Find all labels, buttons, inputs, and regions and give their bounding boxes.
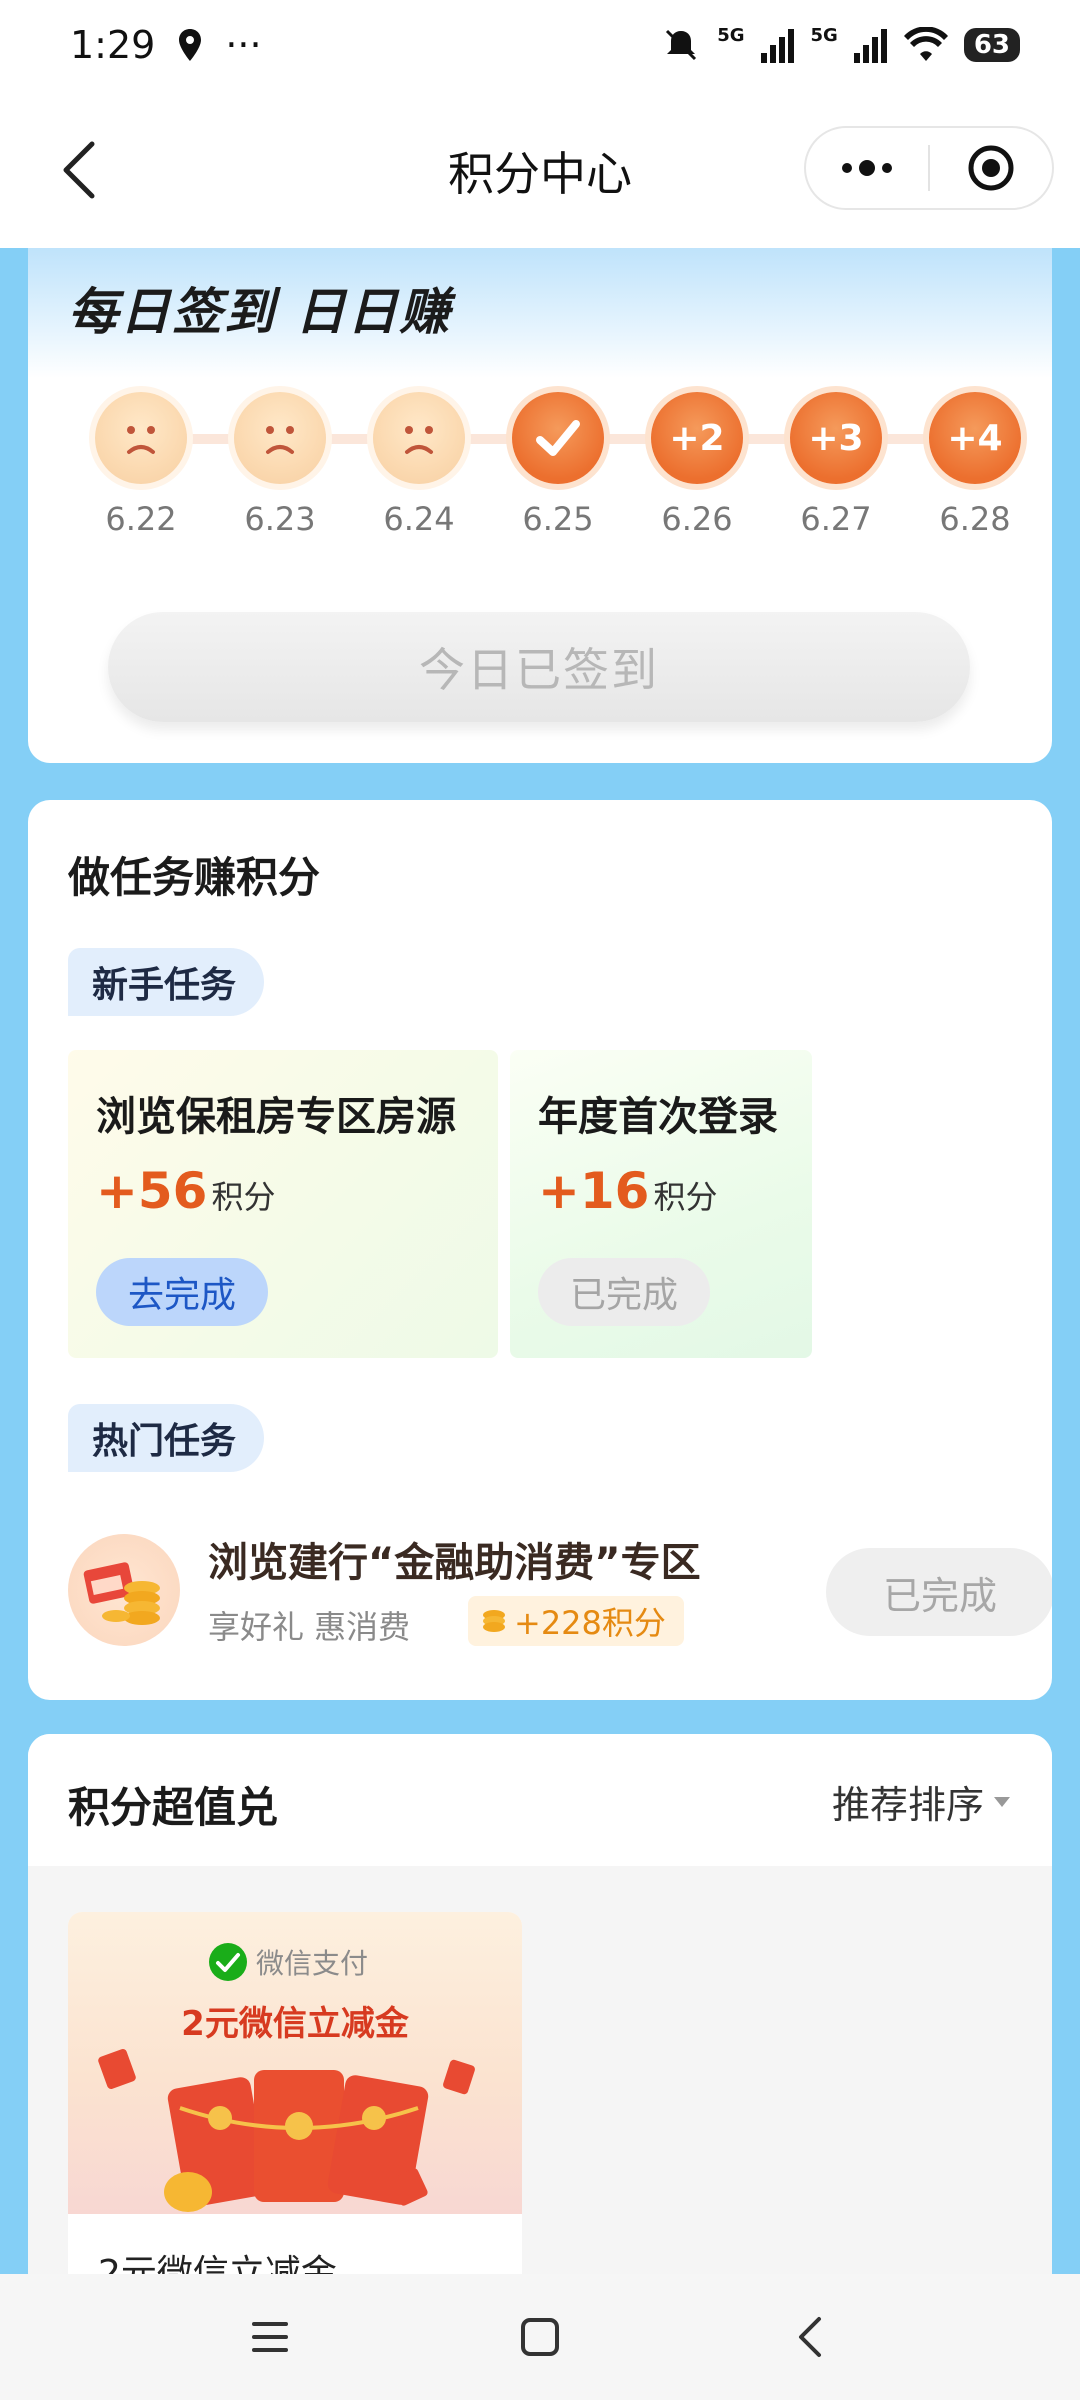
- signal-icon: [760, 29, 794, 63]
- signin-card: 每日签到 日日赚 6.22 6.23 6.24 6.25 +2 6.26 +3 …: [28, 248, 1052, 763]
- more-button[interactable]: [806, 128, 928, 208]
- signin-bonus-badge: +2: [651, 392, 743, 484]
- hot-task-title: 浏览建行“金融助消费”专区: [208, 1540, 701, 1586]
- system-nav-bar: [0, 2274, 1080, 2400]
- signed-today-button[interactable]: 今日已签到: [108, 612, 970, 722]
- task-points: +16 积分: [538, 1162, 718, 1220]
- task-card: 浏览保租房专区房源 +56 积分 去完成: [68, 1050, 498, 1358]
- signin-bonus-badge: +3: [790, 392, 882, 484]
- signin-day: 6.22: [91, 392, 191, 538]
- wifi-icon: [903, 27, 948, 61]
- signin-date: 6.27: [800, 500, 872, 538]
- status-time: 1:29: [70, 23, 156, 67]
- sort-label: 推荐排序: [831, 1783, 984, 1827]
- status-bar: 1:29 ··· 5G 5G 63: [0, 0, 1080, 90]
- tasks-card: 做任务赚积分 新手任务 浏览保租房专区房源 +56 积分 去完成 年度首次登录 …: [28, 800, 1052, 1700]
- signin-day: +3 6.27: [786, 392, 886, 538]
- go-complete-button[interactable]: 去完成: [96, 1258, 269, 1326]
- hot-task-points: +228积分: [514, 1604, 666, 1642]
- back-arrow-icon: [799, 2317, 821, 2357]
- sad-face-icon: [95, 392, 187, 484]
- hot-task-subtitle: 享好礼 惠消费: [208, 1608, 411, 1646]
- home-button[interactable]: [505, 2302, 575, 2372]
- task-points: +56 积分: [96, 1162, 276, 1220]
- status-more-dots: ···: [225, 23, 262, 67]
- hot-task-completed-button[interactable]: 已完成: [826, 1548, 1052, 1636]
- hot-task-points-badge: +228积分: [468, 1596, 684, 1646]
- signin-bonus-badge: +4: [929, 392, 1021, 484]
- battery-indicator: 63: [963, 28, 1020, 62]
- sort-dropdown[interactable]: 推荐排序: [832, 1774, 1012, 1829]
- menu-icon: [252, 2322, 288, 2352]
- signin-day: 6.25: [508, 392, 608, 538]
- hot-task-row: 浏览建行“金融助消费”专区 享好礼 惠消费 +228积分 已完成: [68, 1528, 1052, 1658]
- task-name: 年度首次登录: [538, 1094, 778, 1140]
- network-label-2: 5G: [810, 25, 838, 46]
- signin-date: 6.22: [105, 500, 177, 538]
- network-label-1: 5G: [717, 25, 745, 46]
- mini-program-capsule: [804, 126, 1054, 210]
- close-miniprogram-button[interactable]: [930, 128, 1052, 208]
- target-icon: [968, 145, 1014, 191]
- coin-stack-icon: [483, 1610, 505, 1632]
- signin-date: 6.28: [939, 500, 1011, 538]
- signin-title: 每日签到 日日赚: [68, 283, 452, 341]
- completed-button[interactable]: 已完成: [538, 1258, 711, 1326]
- checkmark-icon: [512, 392, 604, 484]
- task-points-value: +56: [96, 1162, 208, 1220]
- header: 积分中心: [0, 90, 1080, 248]
- task-name: 浏览保租房专区房源: [96, 1094, 456, 1140]
- menu-button[interactable]: [235, 2302, 305, 2372]
- signin-day: +2 6.26: [647, 392, 747, 538]
- sad-face-icon: [234, 392, 326, 484]
- tasks-section-title: 做任务赚积分: [68, 853, 321, 902]
- task-card: 年度首次登录 +16 积分 已完成: [510, 1050, 812, 1358]
- home-square-icon: [521, 2318, 559, 2356]
- exchange-section-title: 积分超值兑: [68, 1783, 279, 1832]
- signin-date: 6.23: [244, 500, 316, 538]
- red-envelope-coins-icon: [68, 1534, 180, 1646]
- task-points-value: +16: [538, 1162, 650, 1220]
- signin-day: 6.24: [369, 392, 469, 538]
- newbie-tasks-tag: 新手任务: [68, 948, 265, 1016]
- task-points-unit: 积分: [653, 1178, 718, 1216]
- signal-icon-2: [853, 29, 887, 63]
- mute-icon: [666, 29, 697, 61]
- signin-day: +4 6.28: [925, 392, 1025, 538]
- more-dots-icon: [842, 160, 892, 176]
- signin-date: 6.25: [522, 500, 594, 538]
- location-icon: [179, 29, 202, 61]
- signin-date: 6.26: [661, 500, 733, 538]
- signin-date: 6.24: [383, 500, 455, 538]
- task-points-unit: 积分: [211, 1178, 276, 1216]
- status-right: 5G 5G 63: [661, 25, 1020, 65]
- status-left: 1:29 ···: [70, 23, 262, 67]
- sad-face-icon: [373, 392, 465, 484]
- system-back-button[interactable]: [775, 2302, 845, 2372]
- caret-down-icon: [994, 1796, 1010, 1807]
- exchange-header: 积分超值兑 推荐排序: [28, 1734, 1052, 1866]
- hot-tasks-tag: 热门任务: [68, 1404, 265, 1472]
- red-envelopes-illustration: [98, 2049, 475, 2212]
- product-image: 微信支付 2元微信立减金: [68, 1912, 522, 2214]
- signin-day: 6.23: [230, 392, 330, 538]
